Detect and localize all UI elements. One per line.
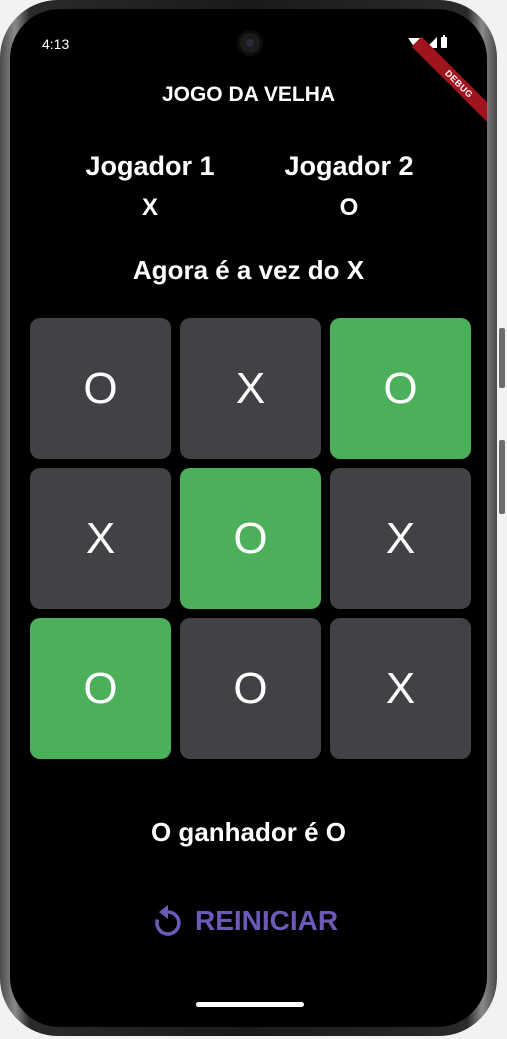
- player-2-panel: Jogador 2 O: [259, 149, 439, 223]
- board-cell-1[interactable]: O: [30, 318, 171, 459]
- status-time: 4:13: [42, 36, 70, 52]
- board-cell-8[interactable]: O: [180, 618, 321, 759]
- battery-icon: [441, 35, 447, 48]
- player-1-panel: Jogador 1 X: [60, 149, 240, 223]
- front-camera: [237, 30, 263, 56]
- restart-button[interactable]: REINICIAR: [153, 905, 338, 937]
- board-cell-2[interactable]: X: [180, 318, 321, 459]
- volume-button: [499, 328, 505, 388]
- home-indicator[interactable]: [196, 1002, 304, 1007]
- turn-indicator: Agora é a vez do X: [132, 255, 365, 285]
- device-frame: 4:13 DEBUG JOGO DA VELHA Jogador 1 X Jog…: [0, 0, 507, 1039]
- player-1-symbol: X: [141, 194, 158, 221]
- board-cell-4[interactable]: X: [30, 468, 171, 609]
- winner-message: O ganhador é O: [150, 817, 347, 847]
- app-screen: 4:13 DEBUG JOGO DA VELHA Jogador 1 X Jog…: [10, 9, 487, 1027]
- player-2-name: Jogador 2: [284, 151, 414, 181]
- board-cell-9[interactable]: X: [330, 618, 471, 759]
- board-cell-6[interactable]: X: [330, 468, 471, 609]
- board-cell-3[interactable]: O: [330, 318, 471, 459]
- board-cell-7[interactable]: O: [30, 618, 171, 759]
- game-board: O X O X O X O O X: [30, 318, 471, 759]
- restart-label: REINICIAR: [195, 905, 339, 936]
- player-1-name: Jogador 1: [85, 151, 215, 181]
- page-title: JOGO DA VELHA: [161, 83, 336, 106]
- restart-icon: [153, 905, 183, 937]
- phone-body: 4:13 DEBUG JOGO DA VELHA Jogador 1 X Jog…: [0, 0, 497, 1036]
- player-2-symbol: O: [339, 194, 359, 221]
- board-cell-5[interactable]: O: [180, 468, 321, 609]
- power-button: [499, 440, 505, 514]
